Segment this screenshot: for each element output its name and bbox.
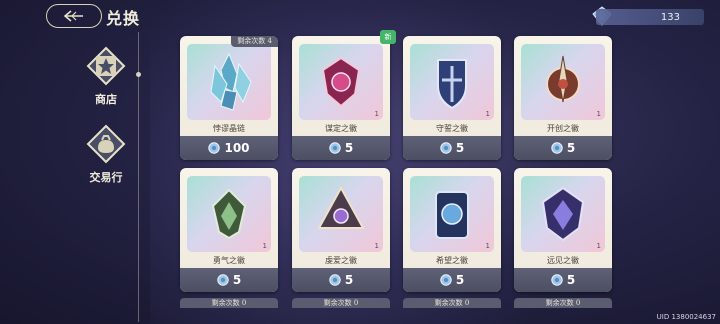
gem-icon — [329, 274, 341, 286]
scheme-emblem-icon — [321, 56, 361, 108]
sword-emblem-icon — [546, 55, 580, 103]
item-price: 5 — [344, 273, 354, 287]
item-quantity: 1 — [485, 242, 490, 250]
buy-button[interactable]: 100 — [180, 136, 278, 160]
sidebar-tab-trade[interactable]: 交易行 — [78, 124, 134, 185]
gem-icon — [217, 274, 229, 286]
buy-button[interactable]: 5 — [403, 136, 501, 160]
item-quantity: 1 — [596, 242, 601, 250]
item-name: 谋定之徽 — [325, 124, 357, 133]
item-name: 开创之徽 — [547, 124, 579, 133]
sidebar-tab-label: 交易行 — [89, 171, 123, 184]
page-title: 兑换 — [106, 9, 141, 28]
item-price: 5 — [455, 273, 465, 287]
gem-icon — [551, 142, 563, 154]
item-quantity: 1 — [374, 110, 379, 118]
shop-item-card[interactable]: 1 守誓之徽 5 — [403, 36, 501, 160]
shop-star-icon — [86, 46, 126, 86]
courage-emblem-icon — [211, 188, 247, 240]
buy-button[interactable]: 5 — [180, 268, 278, 292]
gem-icon — [440, 274, 452, 286]
item-name: 守誓之徽 — [436, 124, 468, 133]
crystal-shard-icon — [210, 52, 252, 111]
item-price: 5 — [566, 141, 576, 155]
item-price: 5 — [455, 141, 465, 155]
item-price: 100 — [224, 141, 250, 155]
back-arrow-icon — [63, 10, 83, 22]
devotion-emblem-icon — [317, 185, 365, 229]
item-price: 5 — [344, 141, 354, 155]
vision-emblem-icon — [541, 186, 585, 242]
limit-badge: 剩余次数 0 — [403, 298, 501, 308]
back-button[interactable] — [46, 4, 102, 28]
currency-amount: 133 — [596, 9, 704, 25]
item-art: 1 — [299, 44, 383, 120]
gem-icon — [440, 142, 452, 154]
item-art: 1 — [187, 176, 271, 252]
shop-item-card[interactable]: 1 谋定之徽 5 新 — [292, 30, 396, 160]
new-badge: 新 — [380, 30, 396, 44]
buy-button[interactable]: 5 — [292, 136, 390, 160]
limit-badge: 剩余次数 0 — [292, 298, 390, 308]
item-name: 希望之徽 — [436, 256, 468, 265]
item-name: 勇气之徽 — [213, 256, 245, 265]
item-quantity: 1 — [262, 242, 267, 250]
sidebar-tab-shop[interactable]: 商店 — [78, 46, 134, 107]
item-name: 远见之徽 — [547, 256, 579, 265]
gem-icon — [551, 274, 563, 286]
item-art: 1 — [299, 176, 383, 252]
buy-button[interactable]: 5 — [514, 136, 612, 160]
item-quantity: 1 — [485, 110, 490, 118]
item-art — [187, 44, 271, 120]
buy-button[interactable]: 5 — [514, 268, 612, 292]
shop-item-card[interactable]: 1 虔爱之徽 5 — [292, 168, 390, 292]
item-art: 1 — [521, 176, 605, 252]
shop-item-card[interactable]: 1 希望之徽 5 — [403, 168, 501, 292]
item-price: 5 — [566, 273, 576, 287]
item-quantity: 1 — [596, 110, 601, 118]
trade-bag-icon — [86, 124, 126, 164]
gem-icon — [208, 142, 221, 154]
sidebar-divider — [136, 32, 141, 322]
shop-item-card[interactable]: 悖谬晶链 100 剩余次数 4 — [180, 36, 278, 160]
shield-emblem-icon — [437, 59, 467, 110]
shop-item-card[interactable]: 1 远见之徽 5 — [514, 168, 612, 292]
hope-emblem-icon — [435, 191, 469, 239]
limit-badge: 剩余次数 0 — [180, 298, 278, 308]
item-name: 悖谬晶链 — [213, 124, 245, 133]
limit-badge: 剩余次数 4 — [231, 36, 278, 47]
sidebar-tab-label: 商店 — [95, 93, 117, 106]
user-id: UID 1380024637 — [656, 313, 716, 321]
buy-button[interactable]: 5 — [403, 268, 501, 292]
item-art: 1 — [410, 176, 494, 252]
item-quantity: 1 — [374, 242, 379, 250]
item-name: 虔爱之徽 — [325, 256, 357, 265]
item-price: 5 — [232, 273, 242, 287]
gem-icon — [329, 142, 341, 154]
item-art: 1 — [410, 44, 494, 120]
buy-button[interactable]: 5 — [292, 268, 390, 292]
item-art: 1 — [521, 44, 605, 120]
shop-item-card[interactable]: 1 勇气之徽 5 — [180, 168, 278, 292]
shop-item-card[interactable]: 1 开创之徽 5 — [514, 36, 612, 160]
limit-badge: 剩余次数 0 — [514, 298, 612, 308]
